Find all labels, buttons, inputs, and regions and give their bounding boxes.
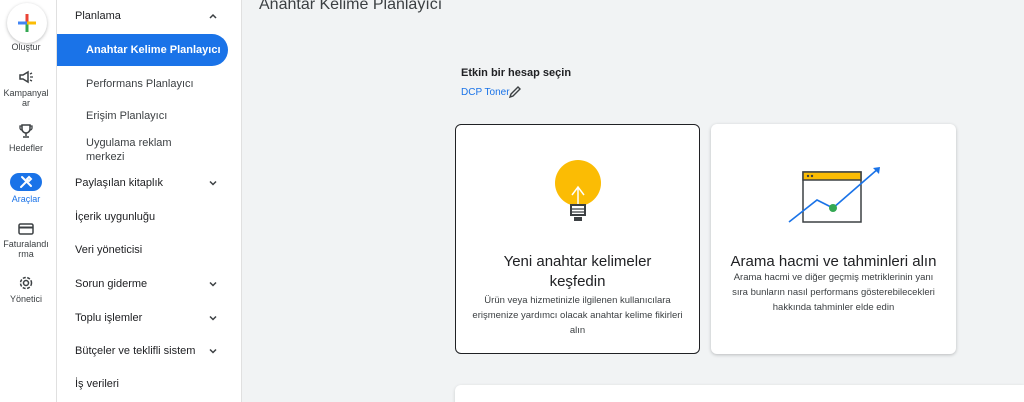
nav-item-performance-planner[interactable]: Performans Planlayıcı bbox=[57, 74, 242, 94]
nav-section-budgets-bidding[interactable]: Bütçeler ve teklifli sistem bbox=[57, 341, 242, 361]
chevron-down-icon bbox=[209, 315, 217, 321]
trend-chart-icon bbox=[788, 167, 880, 223]
create-label: Oluştur bbox=[11, 42, 41, 52]
rail-label-billing[interactable]: Faturalandı rma bbox=[0, 239, 52, 259]
nav-item-business-data[interactable]: İş verileri bbox=[57, 374, 242, 394]
card-description: Arama hacmi ve diğer geçmiş metriklerini… bbox=[732, 272, 935, 313]
card-title: Yeni anahtar kelimeler keşfedin bbox=[503, 253, 652, 290]
rail-label-goals[interactable]: Hedefler bbox=[0, 143, 52, 153]
pencil-icon[interactable] bbox=[508, 85, 522, 99]
create-button[interactable] bbox=[7, 3, 47, 43]
navigation-rail: Oluştur Kampanyal ar Hedefler Araçlar Fa… bbox=[0, 0, 57, 402]
nav-section-label: İş verileri bbox=[75, 378, 120, 390]
chevron-down-icon bbox=[209, 180, 217, 186]
account-name-link[interactable]: DCP Toner bbox=[461, 87, 510, 98]
nav-section-troubleshooting[interactable]: Sorun giderme bbox=[57, 274, 242, 294]
card-title: Arama hacmi ve tahminleri alın bbox=[730, 253, 937, 270]
nav-item-label: Anahtar Kelime Planlayıcı bbox=[86, 44, 221, 56]
trophy-icon[interactable] bbox=[13, 120, 39, 142]
search-volume-card[interactable]: Arama hacmi ve tahminleri alın Arama hac… bbox=[711, 124, 956, 354]
nav-section-label: İçerik uygunluğu bbox=[75, 211, 156, 223]
nav-section-label: Planlama bbox=[75, 10, 121, 22]
nav-section-label: Bütçeler ve teklifli sistem bbox=[75, 345, 196, 357]
rail-label-tools[interactable]: Araçlar bbox=[0, 194, 52, 204]
page-title: Anahtar Kelime Planlayıcı bbox=[259, 0, 443, 13]
nav-section-label: Sorun giderme bbox=[75, 278, 148, 290]
chevron-up-icon bbox=[209, 13, 217, 19]
tools-navigation: Planlama Anahtar Kelime Planlayıcı Perfo… bbox=[57, 0, 242, 402]
nav-item-label: Erişim Planlayıcı bbox=[86, 110, 168, 122]
nav-section-planning[interactable]: Planlama bbox=[57, 6, 242, 26]
chevron-down-icon bbox=[209, 281, 217, 287]
discover-keywords-card[interactable]: Yeni anahtar kelimeler keşfedin Ürün vey… bbox=[455, 124, 700, 354]
lightbulb-icon bbox=[555, 160, 601, 221]
account-select-label: Etkin bir hesap seçin bbox=[461, 67, 572, 79]
bottom-panel bbox=[455, 385, 1024, 402]
nav-section-label: Paylaşılan kitaplık bbox=[75, 177, 164, 189]
rail-label-admin[interactable]: Yönetici bbox=[0, 294, 52, 304]
rail-label-campaigns[interactable]: Kampanyal ar bbox=[0, 88, 52, 108]
gear-icon[interactable] bbox=[13, 272, 39, 294]
nav-item-keyword-planner[interactable]: Anahtar Kelime Planlayıcı bbox=[57, 34, 228, 66]
nav-item-reach-planner[interactable]: Erişim Planlayıcı bbox=[57, 106, 242, 126]
megaphone-icon[interactable] bbox=[13, 66, 39, 88]
nav-section-label: Toplu işlemler bbox=[75, 312, 143, 324]
nav-item-content-suitability[interactable]: İçerik uygunluğu bbox=[57, 207, 242, 227]
nav-item-app-ad-center[interactable]: Uygulama reklam merkezi bbox=[57, 136, 242, 166]
nav-item-data-manager[interactable]: Veri yöneticisi bbox=[57, 240, 242, 260]
nav-item-label: Performans Planlayıcı bbox=[86, 78, 194, 90]
nav-item-label: Uygulama reklam merkezi bbox=[86, 137, 172, 163]
plus-icon bbox=[18, 14, 36, 32]
card-description: Ürün veya hizmetinizle ilgilenen kullanı… bbox=[472, 295, 683, 336]
credit-card-icon[interactable] bbox=[13, 218, 39, 240]
nav-section-bulk-actions[interactable]: Toplu işlemler bbox=[57, 308, 242, 328]
chevron-down-icon bbox=[209, 348, 217, 354]
nav-section-label: Veri yöneticisi bbox=[75, 244, 143, 256]
nav-section-shared-library[interactable]: Paylaşılan kitaplık bbox=[57, 173, 242, 193]
tools-icon[interactable] bbox=[10, 173, 42, 191]
